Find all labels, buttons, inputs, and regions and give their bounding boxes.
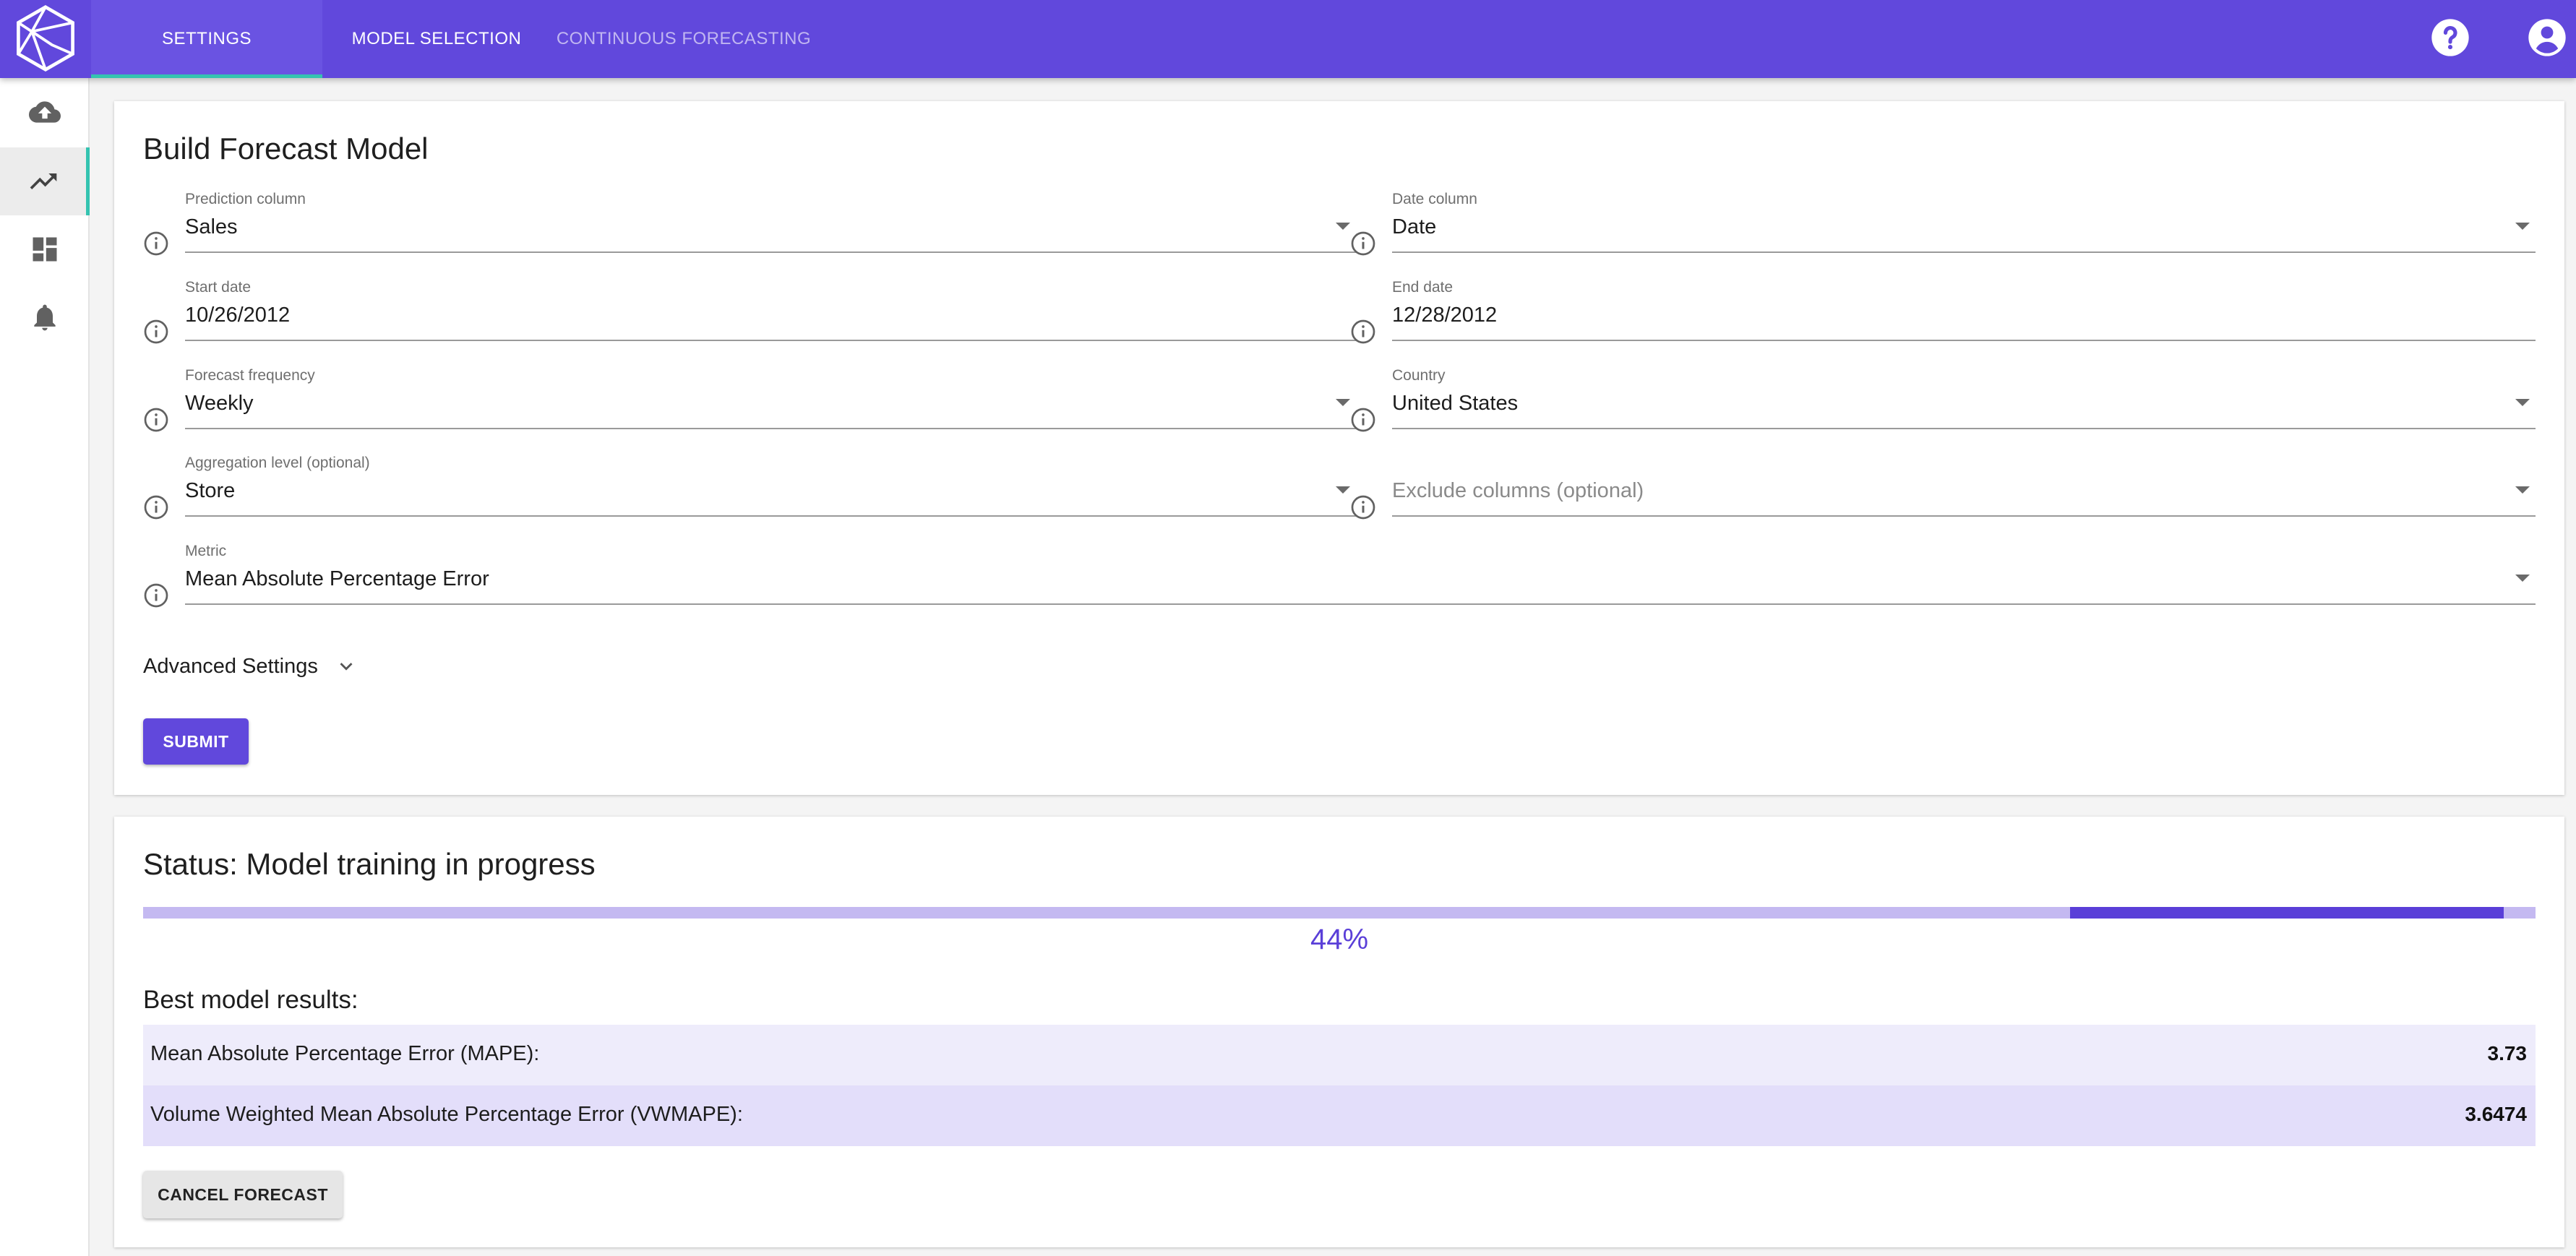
status-title: Status: Model training in progress [143,847,596,881]
field-underline [1392,428,2536,429]
field-underline [1392,340,2536,341]
date-column-value: Date [1392,215,1437,238]
cancel-forecast-button[interactable]: CANCEL FORECAST [143,1171,343,1218]
chevron-down-icon [340,663,353,671]
dropdown-arrow-icon [1336,399,1350,406]
forecast-frequency-value: Weekly [185,392,254,415]
info-icon[interactable] [1350,494,1376,520]
start-date-value: 10/26/2012 [185,304,291,327]
start-date-input[interactable]: Start date 10/26/2012 [143,279,1356,351]
result-label: Mean Absolute Percentage Error (MAPE): [150,1042,540,1065]
field-underline [1392,251,2536,253]
result-value: 3.73 [2487,1042,2528,1064]
info-icon[interactable] [143,407,169,433]
best-model-heading: Best model results: [143,986,359,1014]
advanced-settings-label: Advanced Settings [143,654,318,678]
metric-select[interactable]: Metric Mean Absolute Percentage Error [143,543,2536,615]
tab-model-selection-label: MODEL SELECTION [351,29,522,48]
sidebar-item-upload[interactable] [0,78,90,146]
advanced-settings-toggle[interactable]: Advanced Settings [143,652,359,681]
build-forecast-title: Build Forecast Model [143,132,429,165]
forecast-frequency-label: Forecast frequency [185,367,315,384]
prediction-column-select[interactable]: Prediction column Sales [143,191,1356,263]
field-underline [185,428,1356,429]
dropdown-arrow-icon [2515,399,2530,406]
logo-icon[interactable] [12,4,80,72]
end-date-label: End date [1392,279,1454,296]
dropdown-arrow-icon [2515,575,2530,582]
exclude-columns-placeholder: Exclude columns (optional) [1392,479,1644,502]
dropdown-arrow-icon [2515,486,2530,494]
result-value: 3.6474 [2465,1103,2527,1125]
sidebar-item-dashboard[interactable] [0,215,90,283]
result-label: Volume Weighted Mean Absolute Percentage… [150,1103,743,1126]
metric-label: Metric [185,543,227,559]
field-underline [1392,515,2536,517]
progress-percent: 44% [1310,924,1369,955]
info-icon[interactable] [143,494,169,520]
help-icon[interactable] [2430,17,2470,58]
start-date-label: Start date [185,279,252,296]
field-underline [185,515,1356,517]
build-forecast-card: Build Forecast Model Prediction column S… [114,101,2564,795]
info-icon[interactable] [143,231,169,257]
forecast-frequency-select[interactable]: Forecast frequency Weekly [143,367,1356,439]
result-row-mape: Mean Absolute Percentage Error (MAPE): 3… [143,1025,2536,1085]
progress-bar [143,907,2536,919]
top-app-bar: SETTINGS MODEL SELECTION CONTINUOUS FORE… [0,0,2576,78]
status-card: Status: Model training in progress 44% B… [114,817,2564,1247]
date-column-label: Date column [1392,191,1477,207]
aggregation-level-label: Aggregation level (optional) [185,455,370,471]
result-row-vwmape: Volume Weighted Mean Absolute Percentage… [143,1085,2536,1146]
bell-icon [34,304,56,331]
dropdown-arrow-icon [1336,486,1350,494]
field-underline [185,251,1356,253]
tab-continuous-forecasting-label: CONTINUOUS FORECASTING [556,29,812,48]
tab-model-selection[interactable]: MODEL SELECTION [322,0,551,78]
progress-bar-fill [2070,907,2504,919]
dropdown-arrow-icon [1336,223,1350,230]
exclude-columns-select[interactable]: Exclude columns (optional) [1350,455,2536,527]
dashboard-icon [33,237,57,262]
dropdown-arrow-icon [2515,223,2530,230]
metric-value: Mean Absolute Percentage Error [185,567,489,590]
country-value: United States [1392,392,1519,415]
sidebar-item-forecast[interactable] [0,147,90,215]
aggregation-level-value: Store [185,479,236,502]
sidebar-item-notifications[interactable] [0,283,90,351]
date-column-select[interactable]: Date column Date [1350,191,2536,263]
field-underline [185,340,1356,341]
info-icon[interactable] [1350,319,1376,345]
info-icon[interactable] [143,582,169,608]
end-date-input[interactable]: End date 12/28/2012 [1350,279,2536,351]
field-underline [185,603,2536,605]
tab-settings[interactable]: SETTINGS [91,0,322,78]
prediction-column-label: Prediction column [185,191,306,207]
tab-continuous-forecasting[interactable]: CONTINUOUS FORECASTING [551,0,817,78]
country-select[interactable]: Country United States [1350,367,2536,439]
tab-settings-label: SETTINGS [161,29,252,48]
trending-up-icon [30,173,56,189]
info-icon[interactable] [1350,231,1376,257]
info-icon[interactable] [1350,407,1376,433]
cloud-upload-icon [29,101,61,123]
submit-button[interactable]: SUBMIT [143,718,249,765]
account-icon[interactable] [2527,17,2567,58]
left-sidebar [0,78,90,1256]
aggregation-level-select[interactable]: Aggregation level (optional) Store [143,455,1356,527]
country-label: Country [1392,367,1446,384]
end-date-value: 12/28/2012 [1392,304,1498,327]
prediction-column-value: Sales [185,215,238,238]
info-icon[interactable] [143,319,169,345]
